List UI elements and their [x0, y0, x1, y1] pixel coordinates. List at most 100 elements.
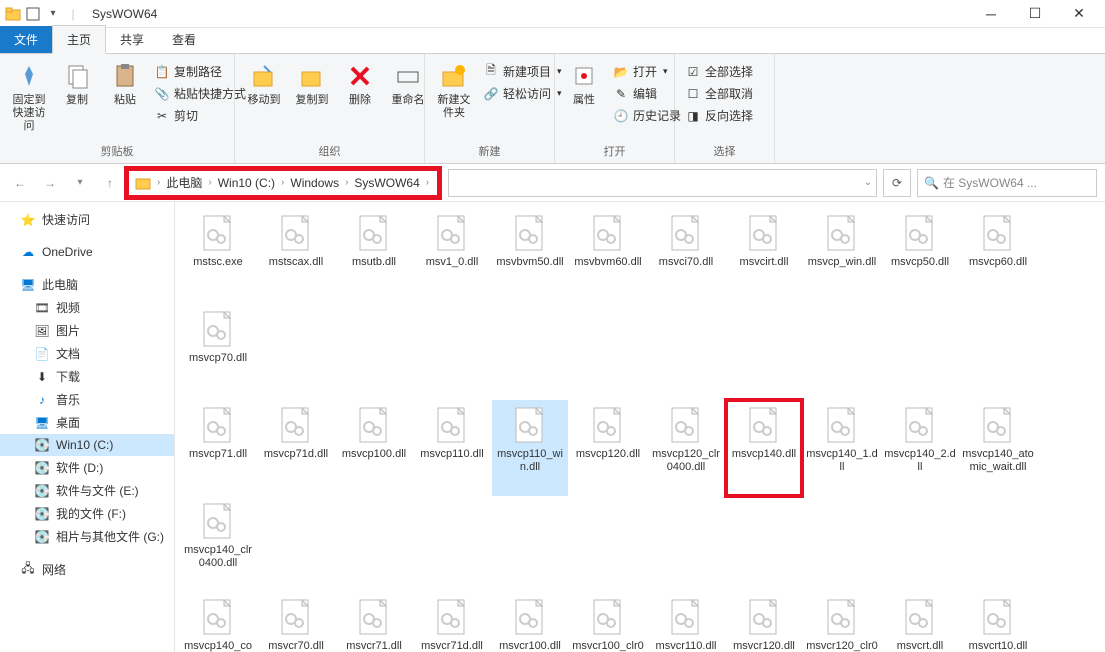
file-item[interactable]: msv1_0.dll	[414, 208, 490, 304]
file-item[interactable]: msvcp71.dll	[180, 400, 256, 496]
nav-up-button[interactable]: ↑	[98, 171, 122, 195]
file-item[interactable]: msvbvm50.dll	[492, 208, 568, 304]
chevron-right-icon[interactable]: ›	[279, 177, 286, 188]
file-item[interactable]: msvcp140_clr0400.dll	[180, 496, 256, 592]
group-select-label: 选择	[683, 143, 766, 161]
cut-button[interactable]: ✂剪切	[152, 106, 248, 125]
breadcrumb-thispc[interactable]: 此电脑	[162, 174, 206, 191]
new-item-button[interactable]: 🗎新建项目▾	[481, 62, 564, 81]
sidebar-item-softfilee[interactable]: 💽软件与文件 (E:)	[0, 479, 174, 502]
search-box[interactable]: 🔍 在 SysWOW64 ...	[917, 169, 1097, 197]
breadcrumb-drive[interactable]: Win10 (C:)	[214, 176, 279, 190]
tab-file[interactable]: 文件	[0, 26, 52, 53]
breadcrumb-windows[interactable]: Windows	[286, 176, 343, 190]
sidebar-item-music[interactable]: ♪音乐	[0, 388, 174, 411]
file-item[interactable]: msvci70.dll	[648, 208, 724, 304]
file-item[interactable]: msvcp100.dll	[336, 400, 412, 496]
copy-icon	[61, 60, 93, 92]
sidebar-item-video[interactable]: 🎞视频	[0, 296, 174, 319]
file-item[interactable]: msvcp110_win.dll	[492, 400, 568, 496]
minimize-button[interactable]: ─	[969, 0, 1013, 28]
file-item[interactable]: msvcr120.dll	[726, 592, 802, 652]
sidebar-item-photog[interactable]: 💽相片与其他文件 (G:)	[0, 525, 174, 548]
chevron-right-icon[interactable]: ›	[343, 177, 350, 188]
nav-forward-button[interactable]: →	[38, 171, 62, 195]
copy-button[interactable]: 复制	[56, 58, 98, 109]
select-none-button[interactable]: ☐全部取消	[683, 84, 755, 103]
rename-button[interactable]: 重命名	[387, 58, 429, 109]
invert-select-button[interactable]: ◨反向选择	[683, 106, 755, 125]
sidebar-item-onedrive[interactable]: ☁OneDrive	[0, 241, 174, 263]
address-dropdown-icon[interactable]: ⌄	[864, 177, 872, 188]
close-button[interactable]: ✕	[1057, 0, 1101, 28]
file-item[interactable]: msvcp70.dll	[180, 304, 256, 400]
refresh-button[interactable]: ⟳	[883, 169, 911, 197]
file-item[interactable]: msvcr70.dll	[258, 592, 334, 652]
breadcrumb-syswow64[interactable]: SysWOW64	[350, 176, 423, 190]
file-item[interactable]: msvcr100.dll	[492, 592, 568, 652]
edit-button[interactable]: ✎编辑	[611, 84, 683, 103]
sidebar-item-win10c[interactable]: 💽Win10 (C:)	[0, 434, 174, 456]
file-pane[interactable]: mstsc.exemstscax.dllmsutb.dllmsv1_0.dllm…	[175, 202, 1105, 652]
file-label: msvcrt10.dll	[969, 640, 1028, 652]
nav-back-button[interactable]: ←	[8, 171, 32, 195]
file-item[interactable]: msvcr100_clr0400.dll	[570, 592, 646, 652]
address-bar[interactable]: ⌄	[448, 169, 877, 197]
sidebar-item-documents[interactable]: 📄文档	[0, 342, 174, 365]
file-item[interactable]: msvcp140_atomic_wait.dll	[960, 400, 1036, 496]
move-to-button[interactable]: 移动到	[243, 58, 285, 109]
paste-shortcut-button[interactable]: 📎粘贴快捷方式	[152, 84, 248, 103]
copy-path-button[interactable]: 📋复制路径	[152, 62, 248, 81]
properties-button[interactable]: 属性	[563, 58, 605, 109]
sidebar-item-desktop[interactable]: 🖥桌面	[0, 411, 174, 434]
sidebar-item-softd[interactable]: 💽软件 (D:)	[0, 456, 174, 479]
file-item[interactable]: msvcp140_2.dll	[882, 400, 958, 496]
sidebar-item-thispc[interactable]: 🖥此电脑	[0, 273, 174, 296]
file-item[interactable]: msvcp60.dll	[960, 208, 1036, 304]
file-item[interactable]: msvcirt.dll	[726, 208, 802, 304]
select-all-button[interactable]: ☑全部选择	[683, 62, 755, 81]
chevron-right-icon[interactable]: ›	[155, 177, 162, 188]
file-item[interactable]: msvcp_win.dll	[804, 208, 880, 304]
nav-history-dropdown[interactable]: ▾	[68, 171, 92, 195]
sidebar-item-network[interactable]: 🖧网络	[0, 558, 174, 581]
file-item[interactable]: msvcp140_1.dll	[804, 400, 880, 496]
chevron-right-icon[interactable]: ›	[206, 177, 213, 188]
file-item[interactable]: mstscax.dll	[258, 208, 334, 304]
file-item[interactable]: msvcp120_clr0400.dll	[648, 400, 724, 496]
file-item[interactable]: msvcp120.dll	[570, 400, 646, 496]
file-item[interactable]: msvcr71.dll	[336, 592, 412, 652]
file-item[interactable]: msvcrt.dll	[882, 592, 958, 652]
delete-button[interactable]: 删除	[339, 58, 381, 109]
history-button[interactable]: 🕘历史记录	[611, 106, 683, 125]
qat-dropdown-icon[interactable]: ▾	[44, 5, 62, 23]
paste-button[interactable]: 粘贴	[104, 58, 146, 109]
file-item[interactable]: msvcr120_clr0400.dll	[804, 592, 880, 652]
pin-quick-access-button[interactable]: 固定到快速访问	[8, 58, 50, 135]
file-item[interactable]: msvcp140_codecvt_ids.dll	[180, 592, 256, 652]
tab-home[interactable]: 主页	[52, 25, 106, 54]
file-item[interactable]: msutb.dll	[336, 208, 412, 304]
sidebar-item-downloads[interactable]: ⬇下载	[0, 365, 174, 388]
file-item[interactable]: msvcp50.dll	[882, 208, 958, 304]
chevron-right-icon[interactable]: ›	[424, 177, 431, 188]
file-item[interactable]: msvcp140.dll	[726, 400, 802, 496]
new-folder-button[interactable]: 新建文件夹	[433, 58, 475, 122]
file-item[interactable]: msvcp71d.dll	[258, 400, 334, 496]
file-item[interactable]: msvcr110.dll	[648, 592, 724, 652]
open-button[interactable]: 📂打开▾	[611, 62, 683, 81]
save-icon[interactable]	[24, 5, 42, 23]
tab-view[interactable]: 查看	[158, 26, 210, 53]
copy-to-button[interactable]: 复制到	[291, 58, 333, 109]
file-item[interactable]: mstsc.exe	[180, 208, 256, 304]
sidebar-item-mydocf[interactable]: 💽我的文件 (F:)	[0, 502, 174, 525]
file-item[interactable]: msvcp110.dll	[414, 400, 490, 496]
sidebar-item-pictures[interactable]: 🖼图片	[0, 319, 174, 342]
file-item[interactable]: msvcr71d.dll	[414, 592, 490, 652]
easy-access-button[interactable]: 🔗轻松访问▾	[481, 84, 564, 103]
file-item[interactable]: msvbvm60.dll	[570, 208, 646, 304]
file-item[interactable]: msvcrt10.dll	[960, 592, 1036, 652]
maximize-button[interactable]: ☐	[1013, 0, 1057, 28]
tab-share[interactable]: 共享	[106, 26, 158, 53]
sidebar-item-quick-access[interactable]: ⭐快速访问	[0, 208, 174, 231]
